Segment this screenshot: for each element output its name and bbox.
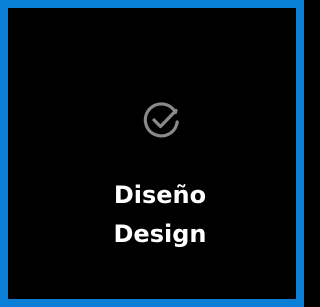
tile-title-spanish: Diseño <box>113 181 207 209</box>
tile-title-english: Design <box>113 220 207 248</box>
check-circle-icon <box>142 100 182 140</box>
design-tile[interactable]: Diseño Design <box>0 0 304 307</box>
